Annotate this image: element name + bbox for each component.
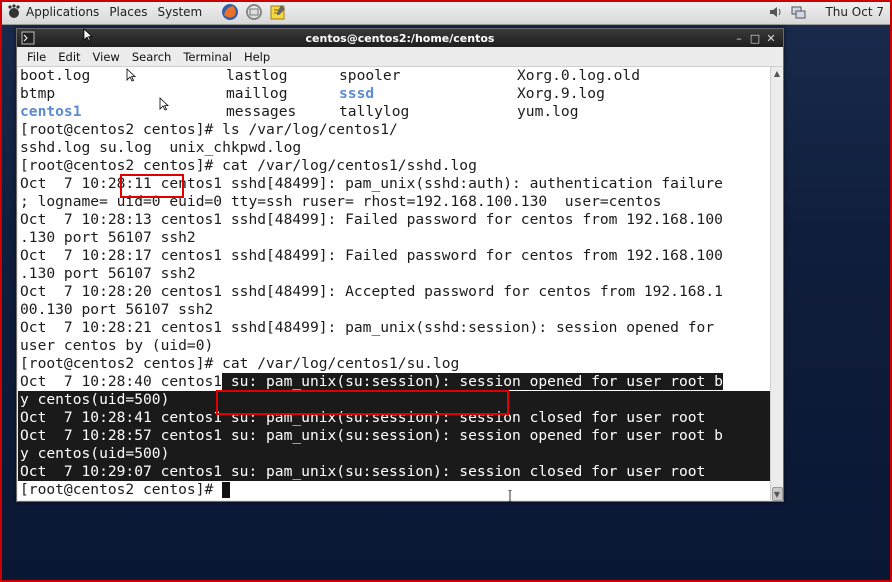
menu-file[interactable]: File — [21, 50, 52, 64]
ls-item: boot.log — [20, 67, 91, 84]
menu-edit[interactable]: Edit — [52, 50, 86, 64]
notes-icon[interactable] — [268, 2, 288, 22]
terminal-line: [root@centos2 centos]# cat /var/log/cent… — [20, 355, 460, 372]
ls-item: tallylog — [339, 103, 410, 120]
terminal-prompt-line[interactable]: [root@centos2 centos]# — [18, 481, 770, 499]
terminal-line: [root@centos2 centos]# ls /var/log/cento… — [20, 121, 398, 138]
ls-item: lastlog — [226, 67, 288, 84]
mouse-pointer-icon — [126, 68, 136, 82]
clock[interactable]: Thu Oct 7 — [825, 5, 884, 19]
ls-dir-item: centos1 — [20, 103, 82, 120]
terminal-line: user centos by (uid=0) — [20, 337, 214, 354]
terminal-line-selected: Oct 7 10:28:57 centos1 su: pam_unix(su:s… — [18, 427, 770, 445]
mouse-pointer-icon — [83, 28, 93, 42]
minimize-button[interactable]: – — [731, 30, 747, 46]
terminal-line-selected: y centos(uid=500) — [18, 391, 770, 409]
terminal-line: .130 port 56107 ssh2 — [20, 229, 196, 246]
log-prefix: Oct 7 10:28:40 centos1 — [20, 373, 223, 390]
close-button[interactable]: ✕ — [763, 30, 779, 46]
terminal-line-selected: Oct 7 10:28:41 centos1 su: pam_unix(su:s… — [18, 409, 770, 427]
file-sshd-log: sshd.log — [20, 139, 100, 156]
menu-help[interactable]: Help — [238, 50, 276, 64]
ls-dir-item: sssd — [339, 85, 375, 102]
terminal-line-selected: Oct 7 10:28:40 centos1 su: pam_unix(su:s… — [18, 373, 770, 391]
terminal-line: Oct 7 10:28:20 centos1 sshd[48499]: Acce… — [20, 283, 723, 300]
terminal-line-selected: y centos(uid=500) — [18, 445, 770, 463]
terminal-window: centos@centos2:/home/centos – □ ✕ File E… — [16, 28, 784, 502]
log-rest: su: pam_unix(su:session): session opened… — [222, 373, 723, 390]
terminal-line-selected: Oct 7 10:29:07 centos1 su: pam_unix(su:s… — [18, 463, 770, 481]
scroll-down-arrow-icon[interactable]: ▼ — [771, 488, 783, 500]
ls-item: spooler — [339, 67, 401, 84]
ls-item: btmp — [20, 85, 56, 102]
terminal-icon — [21, 31, 35, 45]
text-cursor — [222, 482, 231, 498]
terminal-line: 00.130 port 56107 ssh2 — [20, 301, 214, 318]
terminal-line: sshd.log su.log unix_chkpwd.log — [18, 139, 770, 157]
terminal-line: Oct 7 10:28:17 centos1 sshd[48499]: Fail… — [20, 247, 723, 264]
scroll-up-arrow-icon[interactable]: ▲ — [771, 67, 783, 79]
terminal-line: [root@centos2 centos]# cat /var/log/cent… — [20, 157, 477, 174]
window-titlebar[interactable]: centos@centos2:/home/centos – □ ✕ — [17, 29, 783, 47]
places-menu[interactable]: Places — [109, 5, 147, 19]
ls-item: messages — [226, 103, 297, 120]
maximize-button[interactable]: □ — [747, 30, 763, 46]
terminal-line: Oct 7 10:28:21 centos1 sshd[48499]: pam_… — [20, 319, 715, 336]
prompt: [root@centos2 centos]# — [20, 481, 223, 498]
ls-item: maillog — [226, 85, 288, 102]
ls-item: Xorg.9.log — [517, 85, 605, 102]
network-icon[interactable] — [789, 3, 807, 21]
terminal-line: ; logname= uid=0 euid=0 tty=ssh ruser= r… — [20, 193, 662, 210]
ibeam-cursor-icon — [508, 490, 512, 502]
file-su-log: su.log — [99, 139, 152, 156]
system-menu[interactable]: System — [157, 5, 202, 19]
terminal-line: Oct 7 10:28:13 centos1 sshd[48499]: Fail… — [20, 211, 723, 228]
terminal-output[interactable]: boot.log lastlog spooler Xorg.0.log.old … — [18, 67, 770, 500]
window-title: centos@centos2:/home/centos — [305, 31, 495, 45]
mail-icon[interactable] — [244, 2, 264, 22]
file-unix-chkpwd: unix_chkpwd.log — [151, 139, 302, 156]
menu-terminal[interactable]: Terminal — [177, 50, 238, 64]
volume-icon[interactable] — [767, 3, 785, 21]
top-panel: Applications Places System Thu Oct 7 — [0, 0, 892, 25]
terminal-line: Oct 7 10:28:11 centos1 sshd[48499]: pam_… — [20, 175, 723, 192]
scrollbar[interactable]: ▲ ▼ — [770, 67, 783, 501]
mouse-pointer-icon — [159, 97, 169, 111]
firefox-icon[interactable] — [220, 2, 240, 22]
terminal-line: .130 port 56107 ssh2 — [20, 265, 196, 282]
menubar: File Edit View Search Terminal Help — [17, 47, 783, 67]
applications-menu[interactable]: Applications Places System — [0, 0, 218, 24]
menu-view[interactable]: View — [87, 50, 126, 64]
ls-item: yum.log — [517, 103, 579, 120]
ls-item: Xorg.0.log.old — [517, 67, 641, 84]
gnome-foot-icon — [6, 4, 22, 20]
menu-search[interactable]: Search — [126, 50, 178, 64]
applications-label[interactable]: Applications — [26, 5, 99, 19]
